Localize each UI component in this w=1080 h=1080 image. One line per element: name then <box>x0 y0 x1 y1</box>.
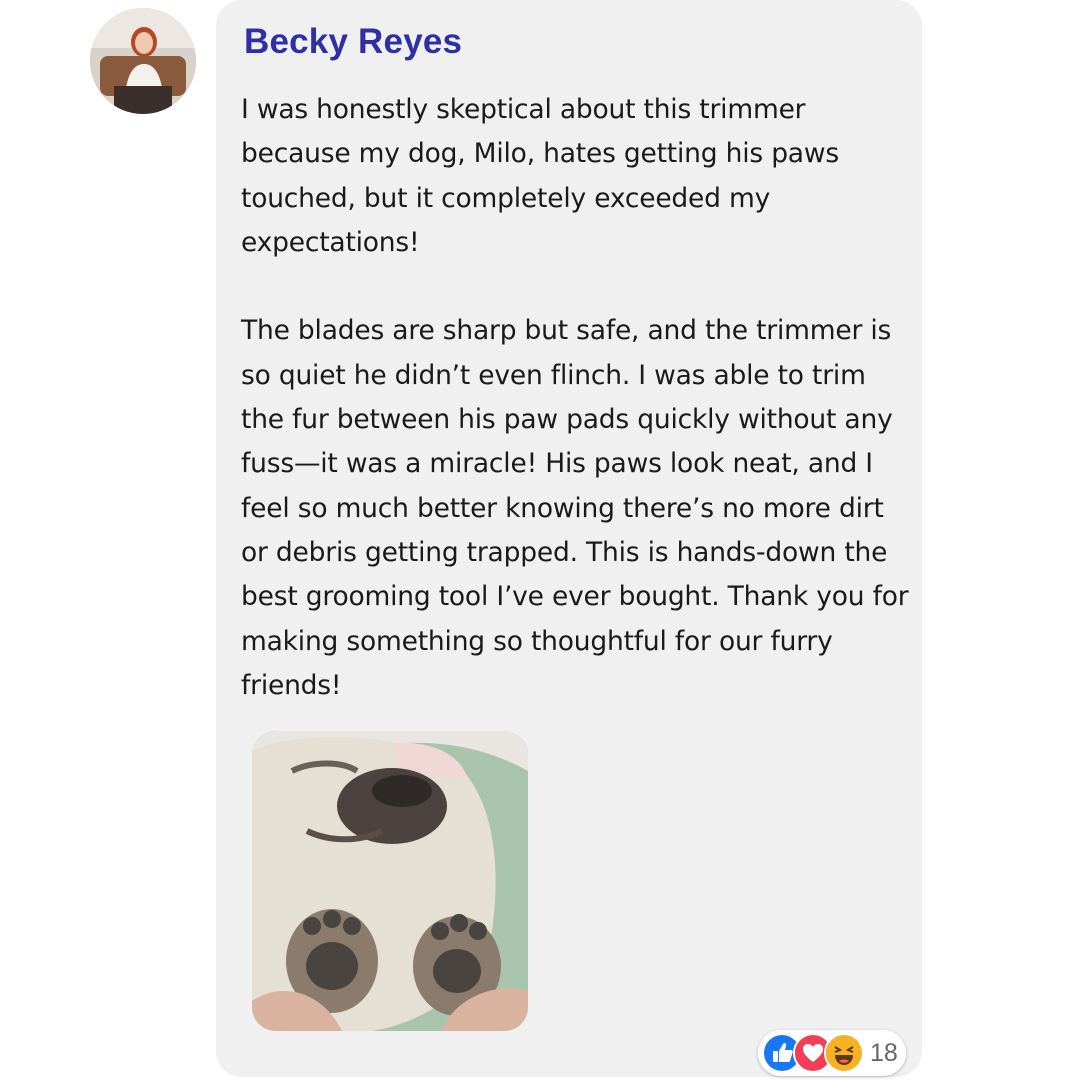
author-name[interactable]: Becky Reyes <box>244 22 462 62</box>
comment-paragraph-2: The blades are sharp but safe, and the t… <box>241 315 909 701</box>
haha-icon <box>824 1033 864 1073</box>
avatar-photo <box>90 8 196 114</box>
comment-paragraph-1: I was honestly skeptical about this trim… <box>241 94 839 258</box>
comment-photo[interactable] <box>252 731 528 1031</box>
reaction-count: 18 <box>870 1038 898 1067</box>
dog-paws-image <box>252 731 528 1031</box>
comment-text: I was honestly skeptical about this trim… <box>241 88 916 708</box>
author-avatar[interactable] <box>90 8 196 114</box>
reactions-summary[interactable]: 18 <box>758 1030 906 1076</box>
comment-bubble: Becky Reyes I was honestly skeptical abo… <box>216 0 922 1077</box>
